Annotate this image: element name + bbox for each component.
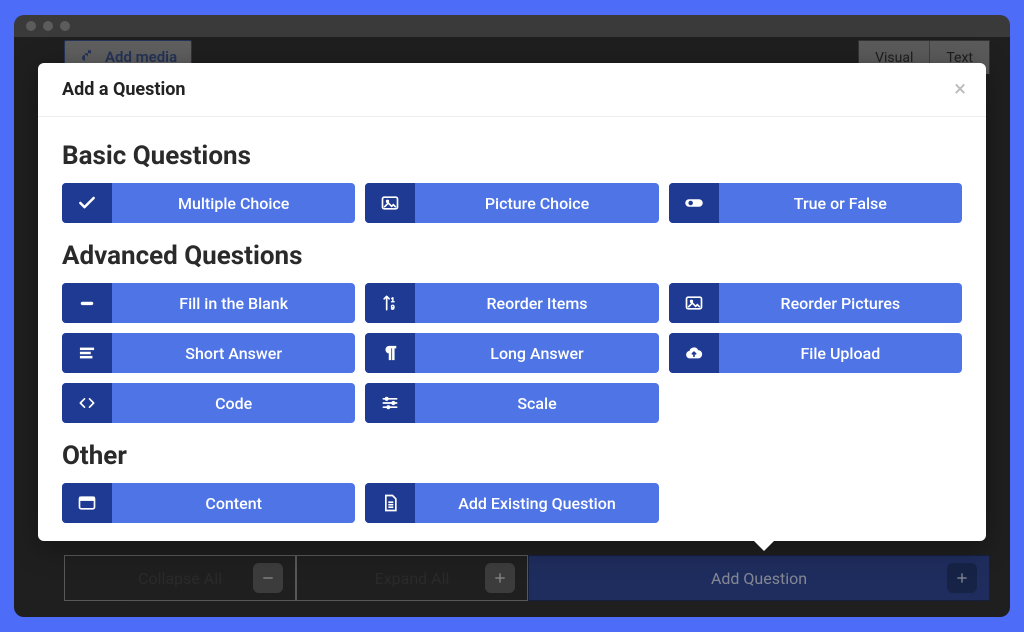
paragraph-icon <box>365 333 415 373</box>
minus-circle-icon <box>253 563 283 593</box>
bottom-bar: Collapse All Expand All Add Question <box>64 555 990 601</box>
qtype-reorder-pictures-button[interactable]: Reorder Pictures <box>669 283 962 323</box>
qtype-label: File Upload <box>719 333 962 373</box>
qtype-label: True or False <box>719 183 962 223</box>
qtype-label: Content <box>112 483 355 523</box>
sliders-icon <box>365 383 415 423</box>
image-icon <box>365 183 415 223</box>
qtype-label: Long Answer <box>415 333 658 373</box>
qtype-label: Short Answer <box>112 333 355 373</box>
qtype-true-or-false-button[interactable]: True or False <box>669 183 962 223</box>
qtype-content-button[interactable]: Content <box>62 483 355 523</box>
plus-circle-icon <box>485 563 515 593</box>
modal-arrow <box>752 539 776 551</box>
qtype-label: Fill in the Blank <box>112 283 355 323</box>
check-icon <box>62 183 112 223</box>
qtype-scale-button[interactable]: Scale <box>365 383 658 423</box>
plus-circle-icon <box>947 563 977 593</box>
section-title: Other <box>62 441 962 471</box>
qtype-short-answer-button[interactable]: Short Answer <box>62 333 355 373</box>
cloud-up-icon <box>669 333 719 373</box>
section-title: Basic Questions <box>62 141 962 171</box>
add-question-label: Add Question <box>711 569 807 588</box>
window-titlebar <box>14 15 1010 37</box>
lines-icon <box>62 333 112 373</box>
section-title: Advanced Questions <box>62 241 962 271</box>
minus-icon <box>62 283 112 323</box>
qtype-long-answer-button[interactable]: Long Answer <box>365 333 658 373</box>
window-dot <box>43 21 53 31</box>
add-question-button[interactable]: Add Question <box>528 555 990 601</box>
question-type-grid: Content Add Existing Question <box>62 483 962 523</box>
toggle-icon <box>669 183 719 223</box>
qtype-reorder-items-button[interactable]: Reorder Items <box>365 283 658 323</box>
qtype-multiple-choice-button[interactable]: Multiple Choice <box>62 183 355 223</box>
question-type-grid: Fill in the Blank Reorder Items Reorder Pi… <box>62 283 962 423</box>
window-dot <box>60 21 70 31</box>
qtype-label: Code <box>112 383 355 423</box>
qtype-file-upload-button[interactable]: File Upload <box>669 333 962 373</box>
window-dot <box>26 21 36 31</box>
qtype-label: Multiple Choice <box>112 183 355 223</box>
reorder-icon <box>365 283 415 323</box>
qtype-label: Add Existing Question <box>415 483 658 523</box>
panel-icon <box>62 483 112 523</box>
collapse-all-label: Collapse All <box>138 569 222 588</box>
browser-window: Add media Visual Text Collapse All Expan… <box>14 15 1010 617</box>
expand-all-button[interactable]: Expand All <box>296 555 528 601</box>
close-icon[interactable]: × <box>954 77 966 102</box>
code-icon <box>62 383 112 423</box>
qtype-label: Reorder Items <box>415 283 658 323</box>
modal-header: Add a Question × <box>38 63 986 117</box>
qtype-picture-choice-button[interactable]: Picture Choice <box>365 183 658 223</box>
expand-all-label: Expand All <box>375 569 450 588</box>
collapse-all-button[interactable]: Collapse All <box>64 555 296 601</box>
image-icon <box>669 283 719 323</box>
doc-icon <box>365 483 415 523</box>
question-type-grid: Multiple Choice Picture Choice True or Fal… <box>62 183 962 223</box>
qtype-code-button[interactable]: Code <box>62 383 355 423</box>
qtype-label: Reorder Pictures <box>719 283 962 323</box>
modal-title: Add a Question <box>62 79 186 100</box>
qtype-add-existing-question-button[interactable]: Add Existing Question <box>365 483 658 523</box>
qtype-fill-in-the-blank-button[interactable]: Fill in the Blank <box>62 283 355 323</box>
add-question-modal: Add a Question × Basic Questions Multiple… <box>38 63 986 541</box>
qtype-label: Picture Choice <box>415 183 658 223</box>
qtype-label: Scale <box>415 383 658 423</box>
